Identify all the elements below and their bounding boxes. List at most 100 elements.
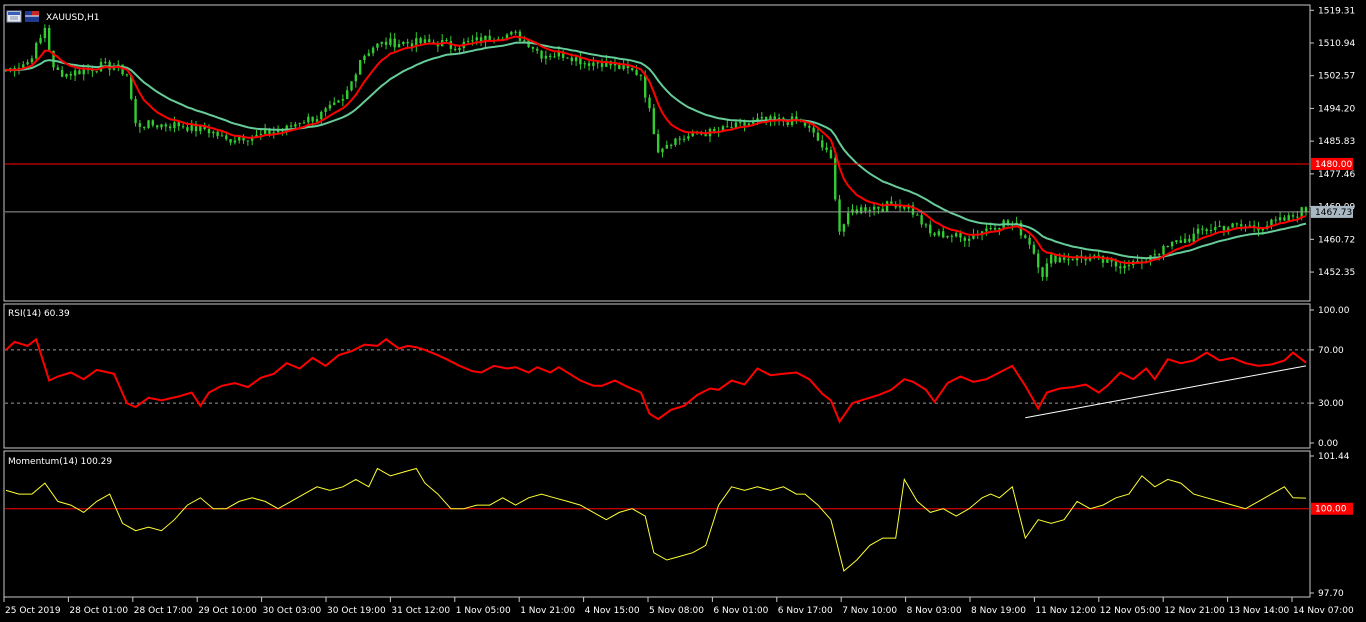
candle-body[interactable] <box>138 123 142 127</box>
candle-body[interactable] <box>259 133 263 135</box>
candle-body[interactable] <box>73 70 77 76</box>
candle-body[interactable] <box>1235 223 1239 225</box>
candle-body[interactable] <box>1045 263 1049 277</box>
candle-body[interactable] <box>1175 240 1178 243</box>
candle-body[interactable] <box>1214 226 1217 230</box>
candle-body[interactable] <box>82 69 85 75</box>
candle-body[interactable] <box>838 199 841 232</box>
candle-body[interactable] <box>471 40 474 42</box>
candle-body[interactable] <box>872 206 876 210</box>
candle-body[interactable] <box>1231 223 1234 228</box>
candle-body[interactable] <box>674 138 677 145</box>
candle-body[interactable] <box>1196 228 1200 234</box>
candle-body[interactable] <box>631 68 634 71</box>
candle-body[interactable] <box>350 81 353 91</box>
candle-body[interactable] <box>225 135 228 140</box>
candle-body[interactable] <box>220 135 224 137</box>
candle-body[interactable] <box>1114 261 1118 267</box>
candle-body[interactable] <box>307 116 310 123</box>
candle-body[interactable] <box>1205 229 1208 231</box>
candle-body[interactable] <box>816 132 820 141</box>
candle-body[interactable] <box>648 97 651 109</box>
candle-body[interactable] <box>713 128 716 132</box>
candle-body[interactable] <box>246 140 250 142</box>
candle-body[interactable] <box>687 136 690 139</box>
candle-body[interactable] <box>842 224 846 232</box>
candle-body[interactable] <box>566 57 569 59</box>
candle-body[interactable] <box>967 238 971 241</box>
candle-body[interactable] <box>458 47 461 51</box>
candle-body[interactable] <box>181 126 185 128</box>
candle-body[interactable] <box>320 111 323 120</box>
candle-body[interactable] <box>207 129 211 134</box>
candle-body[interactable] <box>1179 240 1182 243</box>
candle-body[interactable] <box>69 74 72 76</box>
candle-body[interactable] <box>665 144 668 149</box>
candle-body[interactable] <box>587 63 591 66</box>
candle-body[interactable] <box>276 130 280 133</box>
candle-body[interactable] <box>155 125 159 128</box>
candle-body[interactable] <box>1058 257 1062 263</box>
candle-body[interactable] <box>821 140 824 148</box>
candle-body[interactable] <box>1071 259 1074 261</box>
candle-body[interactable] <box>1192 233 1195 242</box>
candle-body[interactable] <box>354 74 358 82</box>
candle-body[interactable] <box>1296 216 1299 218</box>
candle-body[interactable] <box>315 119 319 122</box>
candle-body[interactable] <box>151 120 155 126</box>
candle-body[interactable] <box>423 39 427 44</box>
candle-body[interactable] <box>134 98 137 124</box>
candle-body[interactable] <box>829 149 833 158</box>
candle-body[interactable] <box>514 31 517 33</box>
candle-body[interactable] <box>376 43 379 48</box>
candle-body[interactable] <box>531 46 535 49</box>
candle-body[interactable] <box>1218 225 1221 227</box>
candle-body[interactable] <box>337 100 340 103</box>
candle-body[interactable] <box>168 126 172 129</box>
candle-body[interactable] <box>916 214 919 216</box>
candle-body[interactable] <box>1157 254 1161 256</box>
candle-body[interactable] <box>881 208 884 212</box>
candle-body[interactable] <box>652 108 656 134</box>
candle-body[interactable] <box>389 38 392 45</box>
candle-body[interactable] <box>212 131 215 134</box>
candle-body[interactable] <box>419 38 422 44</box>
candle-body[interactable] <box>238 137 241 141</box>
candle-body[interactable] <box>924 224 928 226</box>
candle-body[interactable] <box>358 60 362 75</box>
candle-body[interactable] <box>574 57 578 62</box>
candle-body[interactable] <box>384 41 388 45</box>
candle-body[interactable] <box>345 90 349 100</box>
candle-body[interactable] <box>56 67 60 70</box>
candle-body[interactable] <box>229 139 232 143</box>
candle-body[interactable] <box>678 138 681 140</box>
candle-body[interactable] <box>1304 207 1308 212</box>
candle-body[interactable] <box>26 62 29 65</box>
candle-body[interactable] <box>548 55 552 58</box>
candle-body[interactable] <box>1162 246 1165 255</box>
candle-body[interactable] <box>95 71 98 73</box>
candle-body[interactable] <box>445 39 448 41</box>
candle-body[interactable] <box>43 27 47 39</box>
candle-body[interactable] <box>656 133 660 153</box>
candle-body[interactable] <box>104 61 107 63</box>
candle-body[interactable] <box>393 38 396 48</box>
candle-body[interactable] <box>1062 257 1066 260</box>
candle-body[interactable] <box>937 231 941 236</box>
candle-body[interactable] <box>989 228 992 230</box>
candle-body[interactable] <box>1127 265 1131 267</box>
candle-body[interactable] <box>1024 235 1027 238</box>
candle-body[interactable] <box>954 233 958 237</box>
candle-body[interactable] <box>885 201 889 212</box>
candle-body[interactable] <box>825 147 828 150</box>
candle-body[interactable] <box>160 124 163 128</box>
candle-body[interactable] <box>1240 224 1243 227</box>
candle-body[interactable] <box>1037 253 1040 268</box>
candle-body[interactable] <box>177 122 180 127</box>
candle-body[interactable] <box>35 43 38 59</box>
candle-body[interactable] <box>186 127 189 131</box>
candle-body[interactable] <box>1222 225 1226 231</box>
candle-body[interactable] <box>1170 242 1174 247</box>
candle-body[interactable] <box>985 228 988 232</box>
candle-body[interactable] <box>143 126 146 128</box>
